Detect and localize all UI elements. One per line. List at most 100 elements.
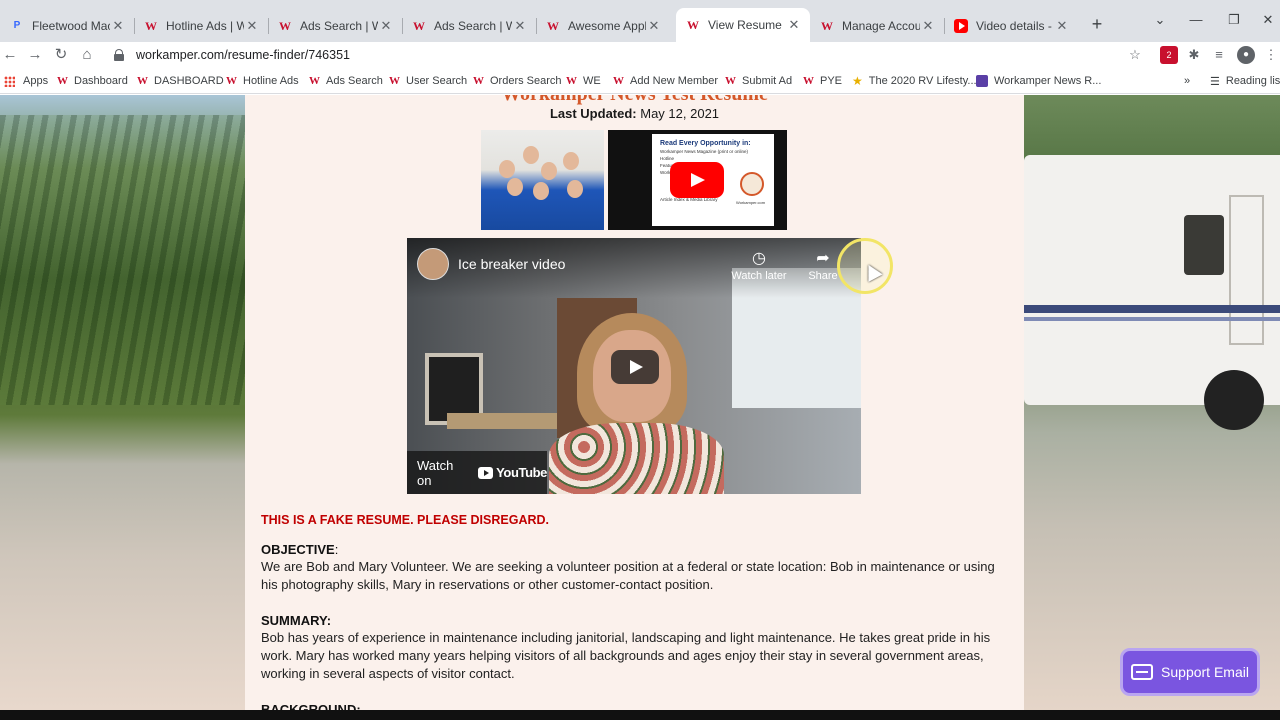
bookmark-pye[interactable]: W PYE: [803, 72, 842, 90]
url-text: workamper.com/resume-finder/746351: [136, 48, 350, 62]
page-viewport[interactable]: Workamper News Test Resume Last Updated:…: [0, 95, 1280, 710]
tab-hotline-ads[interactable]: W Hotline Ads | Work ✕: [134, 10, 268, 42]
bookmarks-bar: Apps W Dashboard W DASHBOARD W Hotline Ads …: [0, 68, 1280, 94]
support-email-button[interactable]: Support Email: [1120, 648, 1260, 696]
puzzle-extensions-icon[interactable]: ✱: [1185, 46, 1203, 64]
watch-later-button[interactable]: ◷ Watch later: [729, 248, 789, 282]
bookmark-apps[interactable]: Apps: [4, 72, 48, 90]
close-icon[interactable]: ✕: [646, 18, 662, 34]
youtube-icon: [954, 19, 968, 33]
tab-title: Fleetwood Mac Radi: [32, 19, 110, 33]
bookmark-hotline-ads[interactable]: W Hotline Ads: [226, 72, 299, 90]
close-icon[interactable]: ✕: [244, 18, 260, 34]
new-tab-button[interactable]: +: [1087, 14, 1107, 34]
tab-title: Ads Search | Worka: [300, 19, 378, 33]
tab-view-resume[interactable]: W View Resume | Wo ✕: [676, 8, 810, 42]
tab-video-details[interactable]: Video details - You ✕: [944, 10, 1078, 42]
bookmark-label: Submit Ad: [742, 75, 793, 87]
summary-heading: SUMMARY:: [261, 613, 332, 628]
restore-button[interactable]: ❐: [1222, 12, 1246, 28]
team-photo: [481, 130, 604, 230]
watch-on-youtube-button[interactable]: Watch on YouTube: [407, 451, 547, 494]
close-icon[interactable]: ✕: [786, 17, 802, 33]
bookmark-label: Dashboard: [74, 75, 128, 87]
bookmark-label: Hotline Ads: [243, 75, 299, 87]
bookmark-label: Orders Search: [490, 75, 562, 87]
promo-flyer-line: Workamper News Magazine (print or online…: [660, 149, 748, 154]
video-title[interactable]: Ice breaker video: [458, 256, 565, 272]
menu-kebab-icon[interactable]: ⋮: [1262, 46, 1280, 64]
reload-button[interactable]: ↻: [51, 45, 71, 65]
objective-heading: OBJECTIVE:: [261, 542, 338, 557]
bookmark-label: Ads Search: [326, 75, 383, 87]
bookmark-we[interactable]: W WE: [566, 72, 601, 90]
bookmark-label: Add New Member: [630, 75, 719, 87]
address-bar[interactable]: workamper.com/resume-finder/746351: [104, 44, 1154, 66]
summary-text: Bob has years of experience in maintenan…: [261, 630, 991, 681]
watch-later-label: Watch later: [731, 270, 787, 282]
tab-awesome-applicant[interactable]: W Awesome Applicant ✕: [536, 10, 670, 42]
minimize-button[interactable]: —: [1184, 12, 1208, 27]
lock-icon[interactable]: [114, 49, 124, 61]
bookmark-add-new-member[interactable]: W Add New Member: [613, 72, 718, 90]
support-email-label: Support Email: [1161, 664, 1249, 680]
rv-image: [1024, 155, 1280, 430]
video-play-button[interactable]: [611, 350, 659, 384]
bookmark-user-search[interactable]: W User Search: [389, 72, 467, 90]
forward-button[interactable]: →: [25, 45, 45, 65]
workamper-icon: W: [821, 19, 833, 33]
workamper-icon: W: [226, 75, 237, 87]
tab-title: Awesome Applicant: [568, 19, 646, 33]
tab-strip: P Fleetwood Mac Radi ✕ W Hotline Ads | W…: [0, 0, 1280, 42]
bookmark-star-icon[interactable]: ☆: [1126, 46, 1144, 64]
tab-ads-search[interactable]: W Ads Search | Worka ✕: [268, 10, 402, 42]
tab-search-icon[interactable]: ⌄: [1148, 12, 1172, 28]
tab-title: Video details - You: [976, 19, 1054, 33]
bookmark-dashboard-caps[interactable]: W DASHBOARD: [137, 72, 224, 90]
close-icon[interactable]: ✕: [512, 18, 528, 34]
bookmark-workamper-news[interactable]: Workamper News R...: [976, 72, 1101, 90]
bookmark-label: User Search: [406, 75, 468, 87]
tab-ads-search-2[interactable]: W Ads Search | Worka ✕: [402, 10, 536, 42]
reading-list-icon: ☰: [1210, 75, 1220, 88]
close-icon[interactable]: ✕: [110, 18, 126, 34]
tab-pandora[interactable]: P Fleetwood Mac Radi ✕: [0, 10, 134, 42]
bookmark-rv-lifestyle[interactable]: ★ The 2020 RV Lifesty...: [852, 72, 977, 90]
close-icon[interactable]: ✕: [378, 18, 394, 34]
promo-video-thumbnail[interactable]: Read Every Opportunity in: Workamper New…: [608, 130, 787, 230]
close-icon[interactable]: ✕: [1054, 18, 1070, 34]
last-updated-value: May 12, 2021: [640, 106, 720, 121]
bookmark-submit-ad[interactable]: W Submit Ad: [725, 72, 792, 90]
bookmark-label: Apps: [23, 75, 49, 87]
bookmarks-overflow-button[interactable]: »: [1184, 72, 1190, 90]
youtube-play-button[interactable]: [670, 162, 724, 198]
bookmark-label: WE: [583, 75, 601, 87]
video-desk: [447, 413, 557, 429]
star-icon: ★: [852, 74, 863, 88]
workamper-icon: W: [803, 75, 814, 87]
workamper-icon: W: [725, 75, 736, 87]
reading-list-button[interactable]: ☰ Reading list: [1210, 72, 1280, 90]
bookmark-label: DASHBOARD: [154, 75, 224, 87]
bookmark-ads-search[interactable]: W Ads Search: [309, 72, 383, 90]
workamper-icon: W: [613, 75, 624, 87]
media-queue-icon[interactable]: ≡: [1210, 46, 1228, 64]
tab-manage-account[interactable]: W Manage Account | ✕: [810, 10, 944, 42]
close-window-button[interactable]: ✕: [1256, 12, 1280, 28]
profile-avatar-icon[interactable]: ●: [1237, 46, 1255, 64]
youtube-embed[interactable]: Ice breaker video ◷ Watch later ➦ Share Wa…: [407, 238, 861, 494]
bookmark-label: The 2020 RV Lifesty...: [868, 75, 977, 87]
home-button[interactable]: ⌂: [77, 45, 97, 65]
workamper-icon: W: [389, 75, 400, 87]
close-icon[interactable]: ✕: [920, 18, 936, 34]
clock-icon: ◷: [752, 250, 766, 267]
extension-icon[interactable]: 2: [1160, 46, 1178, 64]
extension-badge: 2: [1166, 50, 1172, 60]
bookmark-dashboard[interactable]: W Dashboard: [57, 72, 128, 90]
rv-stripe: [1024, 317, 1280, 321]
channel-avatar[interactable]: [417, 248, 449, 280]
watch-on-label: Watch on: [417, 457, 454, 488]
bookmark-orders-search[interactable]: W Orders Search: [473, 72, 562, 90]
back-button[interactable]: ←: [0, 45, 20, 65]
last-updated: Last Updated: May 12, 2021: [245, 106, 1024, 121]
